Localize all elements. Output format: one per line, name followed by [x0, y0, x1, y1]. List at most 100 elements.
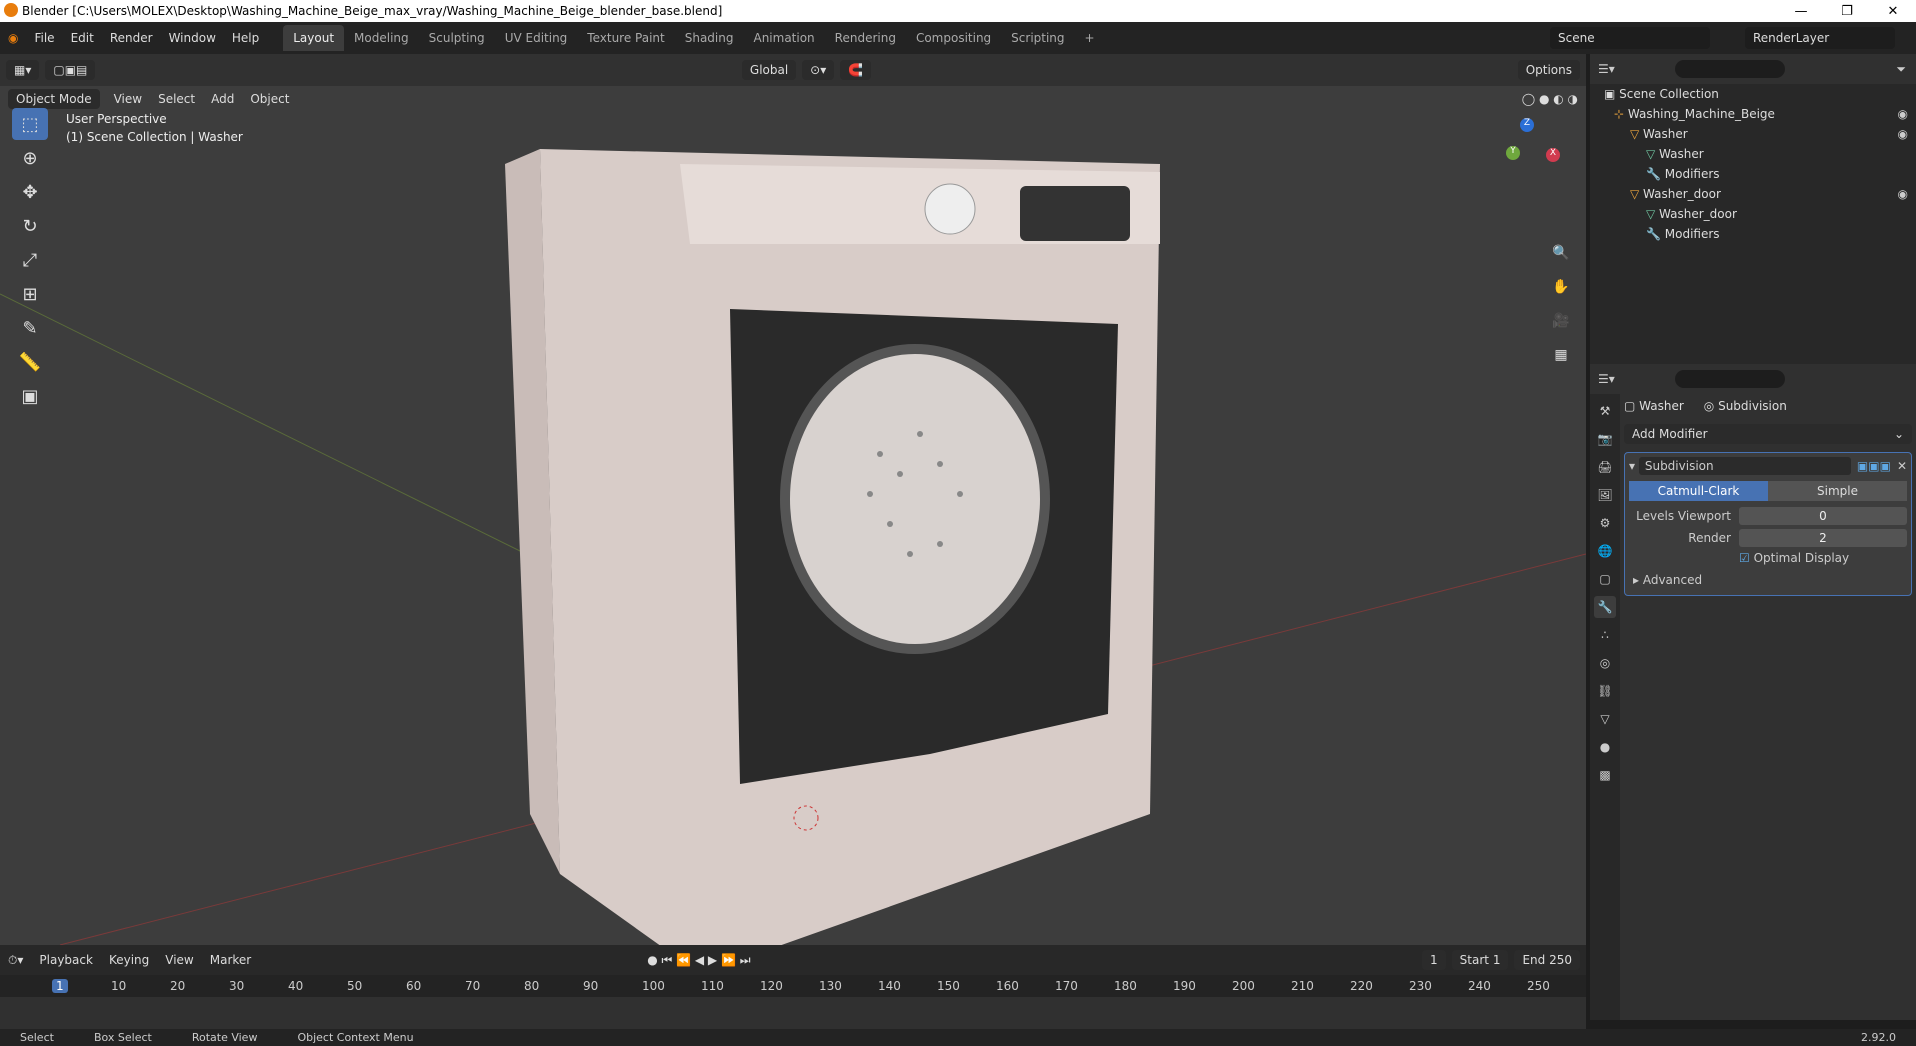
tab-layout[interactable]: Layout — [283, 25, 345, 51]
timeline-editor-icon[interactable]: ⏱▾ — [0, 953, 31, 968]
output-tab-icon[interactable]: 🖨 — [1594, 456, 1616, 478]
minimize-button[interactable]: — — [1778, 0, 1824, 22]
keying-menu[interactable]: Keying — [101, 953, 157, 967]
particles-tab-icon[interactable]: ∴ — [1594, 624, 1616, 646]
tab-uv-editing[interactable]: UV Editing — [495, 25, 578, 51]
end-frame-field[interactable]: End 250 — [1514, 950, 1580, 970]
advanced-subpanel[interactable]: ▸ Advanced — [1629, 569, 1907, 591]
render-levels-field[interactable]: 2 — [1739, 529, 1907, 547]
tab-animation[interactable]: Animation — [743, 25, 824, 51]
outliner-editor-icon[interactable]: ☰▾ — [1598, 62, 1615, 76]
menu-file[interactable]: File — [26, 31, 62, 45]
add-menu[interactable]: Add — [203, 92, 242, 106]
playback-menu[interactable]: Playback — [31, 953, 101, 967]
visibility-eye-icon[interactable]: ◉ — [1898, 187, 1908, 201]
outliner-search-input[interactable] — [1674, 60, 1785, 78]
renderlayer-selector[interactable]: RenderLayer — [1745, 27, 1895, 49]
scene-selector[interactable]: Scene — [1550, 27, 1710, 49]
properties-editor-icon[interactable]: ☰▾ — [1598, 372, 1615, 386]
select-mode-buttons[interactable]: ▢▣▤ — [45, 60, 96, 80]
cursor-tool-icon[interactable]: ⊕ — [12, 142, 48, 174]
close-button[interactable]: ✕ — [1870, 0, 1916, 22]
move-tool-icon[interactable]: ✥ — [12, 176, 48, 208]
outliner-item[interactable]: ▽ Washer ◉ — [1590, 124, 1916, 144]
outliner-item[interactable]: ⊹ Washing_Machine_Beige ◉ — [1590, 104, 1916, 124]
pivot-dropdown[interactable]: ⊙▾ — [802, 60, 835, 80]
modifier-name-field[interactable]: Subdivision — [1638, 457, 1851, 475]
outliner-item[interactable]: 🔧 Modifiers — [1590, 224, 1916, 244]
modifier-tab-icon[interactable]: 🔧 — [1594, 596, 1616, 618]
measure-tool-icon[interactable]: 📏 — [12, 346, 48, 378]
levels-viewport-field[interactable]: 0 — [1739, 507, 1907, 525]
outliner-item[interactable]: ▽ Washer_door ◉ — [1590, 184, 1916, 204]
rotate-tool-icon[interactable]: ↻ — [12, 210, 48, 242]
outliner-root[interactable]: ▣ Scene Collection — [1590, 84, 1916, 104]
add-modifier-dropdown[interactable]: Add Modifier ⌄ — [1624, 424, 1912, 444]
current-frame-field[interactable]: 1 — [1422, 950, 1446, 970]
marker-menu[interactable]: Marker — [202, 953, 259, 967]
3d-viewport[interactable]: ▦▾ ▢▣▤ Global ⊙▾ 🧲 Options Object Mode V… — [0, 54, 1586, 945]
view-layer-tab-icon[interactable]: 🖼 — [1594, 484, 1616, 506]
modifier-toggle-icons[interactable]: ▣▣▣ — [1857, 459, 1891, 473]
transform-tool-icon[interactable]: ⊞ — [12, 278, 48, 310]
tab-shading[interactable]: Shading — [675, 25, 744, 51]
tab-modeling[interactable]: Modeling — [344, 25, 419, 51]
scale-tool-icon[interactable]: ⤢ — [12, 244, 48, 276]
restore-button[interactable]: ❐ — [1824, 0, 1870, 22]
view-menu[interactable]: View — [106, 92, 150, 106]
visibility-eye-icon[interactable]: ◉ — [1898, 127, 1908, 141]
texture-tab-icon[interactable]: ▩ — [1594, 764, 1616, 786]
render-tab-icon[interactable]: 📷 — [1594, 428, 1616, 450]
outliner-item[interactable]: ▽ Washer — [1590, 144, 1916, 164]
scene-tab-icon[interactable]: ⚙ — [1594, 512, 1616, 534]
menu-render[interactable]: Render — [102, 31, 161, 45]
view-menu[interactable]: View — [157, 953, 201, 967]
data-tab-icon[interactable]: ▽ — [1594, 708, 1616, 730]
menu-edit[interactable]: Edit — [63, 31, 102, 45]
outliner-item[interactable]: ▽ Washer_door — [1590, 204, 1916, 224]
remove-modifier-icon[interactable]: ✕ — [1897, 459, 1907, 473]
editor-type-button[interactable]: ▦▾ — [6, 60, 40, 80]
mode-dropdown[interactable]: Object Mode — [8, 89, 100, 109]
object-tab-icon[interactable]: ▢ — [1594, 568, 1616, 590]
catmull-clark-button[interactable]: Catmull-Clark — [1629, 481, 1768, 501]
frame-ruler[interactable]: 1 10 20 30 40 50 60 70 80 90 100 110 120 130 140 150 160… — [0, 975, 1586, 997]
constraints-tab-icon[interactable]: ⛓ — [1594, 680, 1616, 702]
outliner-item[interactable]: 🔧 Modifiers — [1590, 164, 1916, 184]
camera-icon[interactable]: 🎥 — [1548, 308, 1574, 334]
tab-rendering[interactable]: Rendering — [825, 25, 906, 51]
filter-icon[interactable]: ⏷ — [1896, 62, 1906, 77]
tool-tab-icon[interactable]: ⚒ — [1594, 400, 1616, 422]
physics-tab-icon[interactable]: ◎ — [1594, 652, 1616, 674]
tab-sculpting[interactable]: Sculpting — [419, 25, 495, 51]
zoom-icon[interactable]: 🔍 — [1548, 240, 1574, 266]
visibility-eye-icon[interactable]: ◉ — [1898, 107, 1908, 121]
tab-compositing[interactable]: Compositing — [906, 25, 1001, 51]
shading-mode-icons[interactable]: ◯ ● ◐ ◑ — [1514, 92, 1586, 106]
object-menu[interactable]: Object — [242, 92, 297, 106]
add-cube-tool-icon[interactable]: ▣ — [12, 380, 48, 412]
tab-texture-paint[interactable]: Texture Paint — [577, 25, 674, 51]
world-tab-icon[interactable]: 🌐 — [1594, 540, 1616, 562]
navigation-gizmo[interactable]: Z X Y — [1490, 118, 1560, 188]
add-workspace-icon[interactable]: + — [1075, 25, 1105, 51]
orientation-dropdown[interactable]: Global — [741, 60, 797, 80]
playback-controls[interactable]: ● ⏮ ⏪ ◀ ▶ ⏩ ⏭ — [639, 953, 758, 968]
simple-button[interactable]: Simple — [1768, 481, 1907, 501]
grid-icon[interactable]: ▦ — [1548, 342, 1574, 368]
material-tab-icon[interactable]: ● — [1594, 736, 1616, 758]
collapse-arrow-icon[interactable]: ▾ — [1629, 459, 1639, 473]
menu-window[interactable]: Window — [161, 31, 224, 45]
pan-hand-icon[interactable]: ✋ — [1548, 274, 1574, 300]
properties-search-input[interactable] — [1674, 370, 1785, 388]
annotate-tool-icon[interactable]: ✎ — [12, 312, 48, 344]
select-box-tool-icon[interactable]: ⬚ — [12, 108, 48, 140]
options-button[interactable]: Options — [1517, 60, 1581, 80]
blender-menu-icon[interactable]: ◉ — [0, 31, 26, 45]
optimal-display-checkbox[interactable]: ☑ Optimal Display — [1629, 551, 1907, 565]
snap-toggle[interactable]: 🧲 — [840, 60, 872, 80]
menu-help[interactable]: Help — [224, 31, 267, 45]
tab-scripting[interactable]: Scripting — [1001, 25, 1074, 51]
select-menu[interactable]: Select — [150, 92, 203, 106]
start-frame-field[interactable]: Start 1 — [1451, 950, 1509, 970]
